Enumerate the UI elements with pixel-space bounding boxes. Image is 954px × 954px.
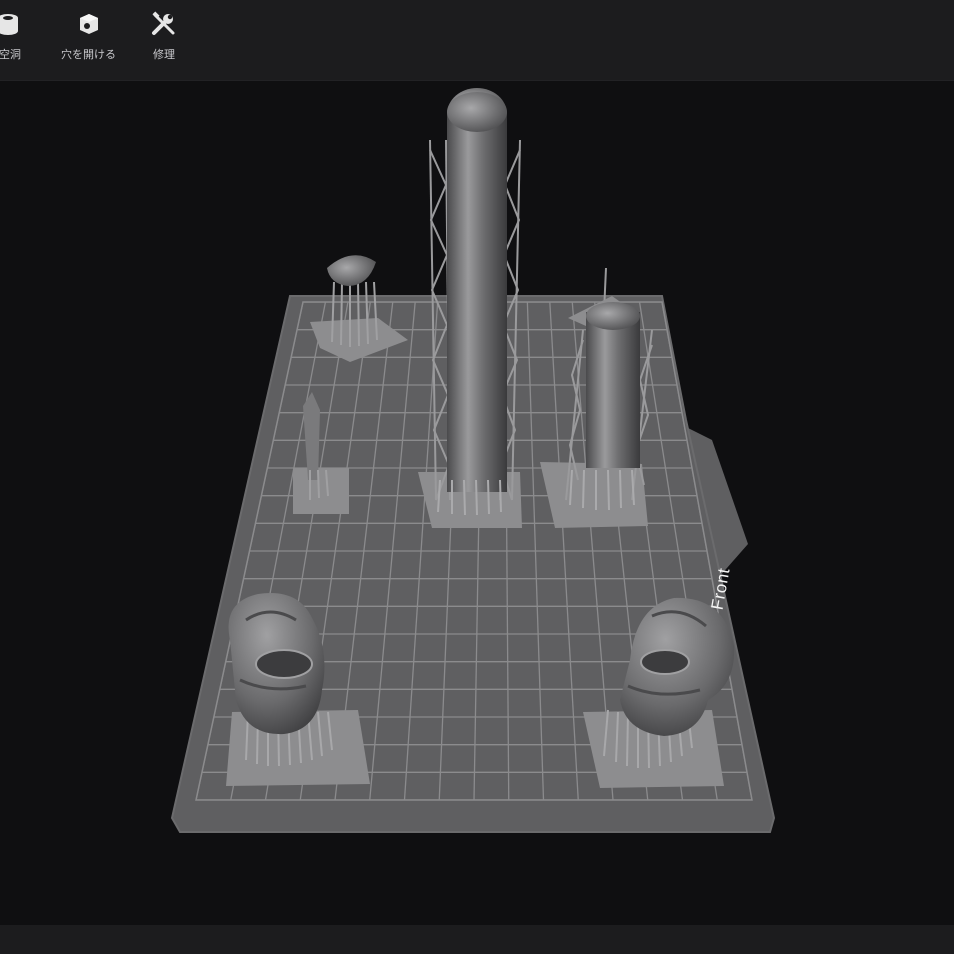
drill-hole-tool-label: 穴を開ける — [61, 48, 116, 61]
drill-hole-icon — [75, 10, 103, 38]
hollow-tool-label: 空洞 — [0, 48, 21, 61]
hollow-tool-button[interactable]: 空洞 — [0, 10, 24, 62]
repair-icon — [150, 10, 178, 38]
build-plate-scene — [170, 88, 776, 833]
bottom-bar — [0, 925, 954, 954]
drill-hole-tool-button[interactable]: 穴を開ける — [61, 10, 116, 62]
repair-tool-button[interactable]: 修理 — [150, 10, 178, 62]
top-toolbar: 空洞 穴を開ける 修理 — [0, 0, 954, 81]
3d-viewport[interactable]: Front — [0, 81, 954, 925]
hollow-icon — [0, 10, 24, 38]
repair-tool-label: 修理 — [153, 48, 175, 61]
